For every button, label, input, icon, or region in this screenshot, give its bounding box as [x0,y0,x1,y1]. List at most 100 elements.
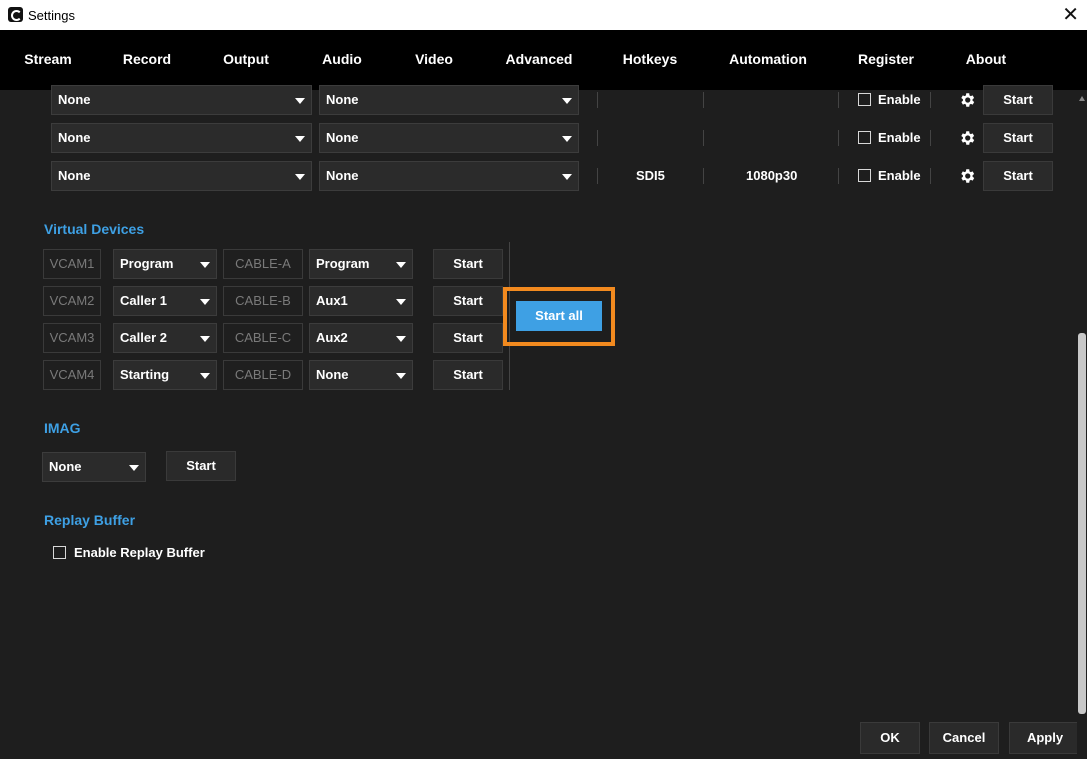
chevron-down-icon [562,98,572,104]
output-row-target-dropdown[interactable]: None [319,85,579,115]
section-title-virtual-devices: Virtual Devices [44,221,145,237]
tab-output[interactable]: Output [196,30,296,90]
dropdown-value: None [326,168,359,183]
dropdown-value: Caller 2 [120,330,167,345]
ok-button[interactable]: OK [860,722,920,754]
dropdown-value: Starting [120,367,170,382]
divider [703,130,704,146]
divider [930,92,931,108]
scroll-up-arrow-icon[interactable] [1079,96,1085,101]
tab-stream[interactable]: Stream [8,30,88,90]
cancel-button[interactable]: Cancel [929,722,999,754]
divider [703,92,704,108]
output-row-source-dropdown[interactable]: None [51,123,312,153]
dropdown-value: None [58,168,91,183]
output-start-button[interactable]: Start [983,123,1053,153]
chevron-down-icon [295,174,305,180]
replay-buffer-checkbox[interactable] [53,546,66,559]
output-start-button[interactable]: Start [983,85,1053,115]
divider [597,92,598,108]
divider [838,130,839,146]
tab-advanced[interactable]: Advanced [494,30,584,90]
output-start-button[interactable]: Start [983,161,1053,191]
output-enable-label: Enable [878,92,921,107]
dropdown-value: None [58,130,91,145]
chevron-down-icon [200,299,210,305]
gear-icon[interactable] [958,129,976,147]
output-enable-checkbox[interactable] [858,93,871,106]
divider [838,168,839,184]
section-title-imag: IMAG [44,420,81,436]
output-row-source-dropdown[interactable]: None [51,85,312,115]
tab-hotkeys[interactable]: Hotkeys [610,30,690,90]
cable-name-field: CABLE-D [223,360,303,390]
vcam-name-field: VCAM4 [43,360,101,390]
imag-source-dropdown[interactable]: None [42,452,146,482]
gear-icon[interactable] [958,167,976,185]
cable-name-field: CABLE-C [223,323,303,353]
dropdown-value: Aux2 [316,330,348,345]
dropdown-value: None [49,459,82,474]
apply-button[interactable]: Apply [1009,722,1081,754]
output-device-label: SDI5 [636,168,665,183]
vcam-start-button[interactable]: Start [433,360,503,390]
output-format-label: 1080p30 [746,168,798,183]
vcam-start-button[interactable]: Start [433,286,503,316]
output-enable-checkbox[interactable] [858,131,871,144]
vertical-scrollbar[interactable] [1077,90,1087,759]
tab-record[interactable]: Record [104,30,190,90]
close-icon[interactable]: ✕ [1062,3,1079,25]
vcam-name-field: VCAM1 [43,249,101,279]
divider [838,92,839,108]
vcam-output-dropdown[interactable]: None [309,360,413,390]
divider [597,168,598,184]
divider [703,168,704,184]
cable-name-field: CABLE-B [223,286,303,316]
chevron-down-icon [200,262,210,268]
scrollbar-thumb[interactable] [1078,333,1086,714]
tab-video[interactable]: Video [398,30,470,90]
vcam-source-dropdown[interactable]: Caller 2 [113,323,217,353]
tab-audio[interactable]: Audio [306,30,378,90]
dropdown-value: None [326,92,359,107]
tab-about[interactable]: About [950,30,1022,90]
start-all-button[interactable]: Start all [516,301,602,331]
vcam-source-dropdown[interactable]: Caller 1 [113,286,217,316]
vcam-start-button[interactable]: Start [433,323,503,353]
vcam-output-dropdown[interactable]: Aux1 [309,286,413,316]
chevron-down-icon [200,336,210,342]
vcam-name-field: VCAM3 [43,323,101,353]
vcam-start-button[interactable]: Start [433,249,503,279]
dropdown-value: None [58,92,91,107]
output-row-target-dropdown[interactable]: None [319,123,579,153]
vcam-source-dropdown[interactable]: Program [113,249,217,279]
dropdown-value: Program [316,256,370,271]
vcam-name-field: VCAM2 [43,286,101,316]
replay-buffer-checkbox-label: Enable Replay Buffer [74,545,205,560]
chevron-down-icon [295,136,305,142]
dropdown-value: Caller 1 [120,293,167,308]
output-enable-checkbox[interactable] [858,169,871,182]
chevron-down-icon [396,262,406,268]
output-row-target-dropdown[interactable]: None [319,161,579,191]
vcam-source-dropdown[interactable]: Starting [113,360,217,390]
vcam-output-dropdown[interactable]: Program [309,249,413,279]
chevron-down-icon [200,373,210,379]
chevron-down-icon [129,465,139,471]
chevron-down-icon [562,136,572,142]
chevron-down-icon [396,336,406,342]
output-row-source-dropdown[interactable]: None [51,161,312,191]
imag-start-button[interactable]: Start [166,451,236,481]
tab-register[interactable]: Register [846,30,926,90]
chevron-down-icon [396,373,406,379]
chevron-down-icon [295,98,305,104]
settings-tab-bar: Stream Record Output Audio Video Advance… [0,30,1087,90]
tab-automation[interactable]: Automation [718,30,818,90]
vcam-output-dropdown[interactable]: Aux2 [309,323,413,353]
divider [930,168,931,184]
dropdown-value: Aux1 [316,293,348,308]
output-enable-label: Enable [878,168,921,183]
divider [597,130,598,146]
gear-icon[interactable] [958,91,976,109]
output-settings-panel: None None Enable Start None None Enable … [0,85,1087,759]
